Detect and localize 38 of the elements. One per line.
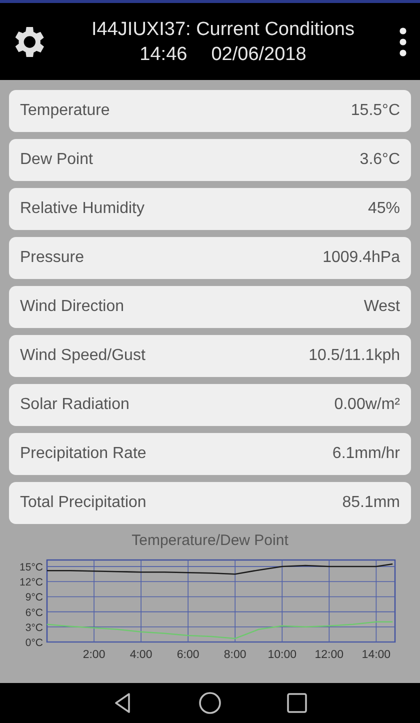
- reading-label: Temperature: [20, 102, 110, 120]
- chart-title: Temperature/Dew Point: [132, 531, 288, 551]
- x-tick-label: 12:00: [314, 649, 344, 661]
- x-tick-label: 10:00: [268, 649, 297, 661]
- reading-label: Relative Humidity: [20, 200, 144, 218]
- reading-value: 15.5°C: [350, 102, 400, 120]
- x-tick-label: 4:00: [130, 649, 152, 661]
- station-title: I44JIUXI37: Current Conditions: [92, 18, 354, 42]
- y-tick-label: 6°C: [25, 606, 43, 619]
- reading-value: West: [364, 298, 400, 316]
- y-tick-label: 0°C: [25, 637, 43, 649]
- home-icon[interactable]: [198, 691, 222, 715]
- reading-value: 10.5/11.1kph: [308, 347, 400, 365]
- reading-value: 45%: [368, 200, 400, 218]
- time-label: 14:46: [140, 42, 188, 66]
- reading-label: Wind Speed/Gust: [20, 347, 146, 365]
- reading-label: Precipitation Rate: [20, 445, 146, 463]
- recents-icon[interactable]: [284, 691, 309, 715]
- reading-value: 6.1mm/hr: [332, 445, 400, 463]
- reading-value: 0.00w/m²: [334, 396, 400, 414]
- x-tick-label: 8:00: [224, 649, 246, 661]
- reading-label: Wind Direction: [20, 298, 124, 316]
- reading-value: 3.6°C: [360, 151, 400, 169]
- y-tick-label: 3°C: [25, 622, 43, 634]
- reading-label: Solar Radiation: [20, 396, 130, 414]
- x-tick-label: 14:00: [362, 649, 391, 661]
- menu-icon[interactable]: [398, 26, 408, 56]
- reading-label: Dew Point: [20, 151, 93, 169]
- y-tick-label: 12°C: [20, 576, 43, 589]
- y-tick-label: 9°C: [25, 592, 43, 604]
- reading-label: Pressure: [20, 249, 84, 267]
- x-tick-label: 6:00: [176, 649, 200, 661]
- date-label: 02/06/2018: [211, 42, 306, 66]
- x-tick-label: 2:00: [82, 649, 106, 661]
- reading-value: 85.1mm: [342, 494, 400, 512]
- y-tick-label: 15°C: [20, 562, 43, 574]
- reading-label: Total Precipitation: [20, 494, 146, 512]
- reading-value: 1009.4hPa: [322, 249, 400, 267]
